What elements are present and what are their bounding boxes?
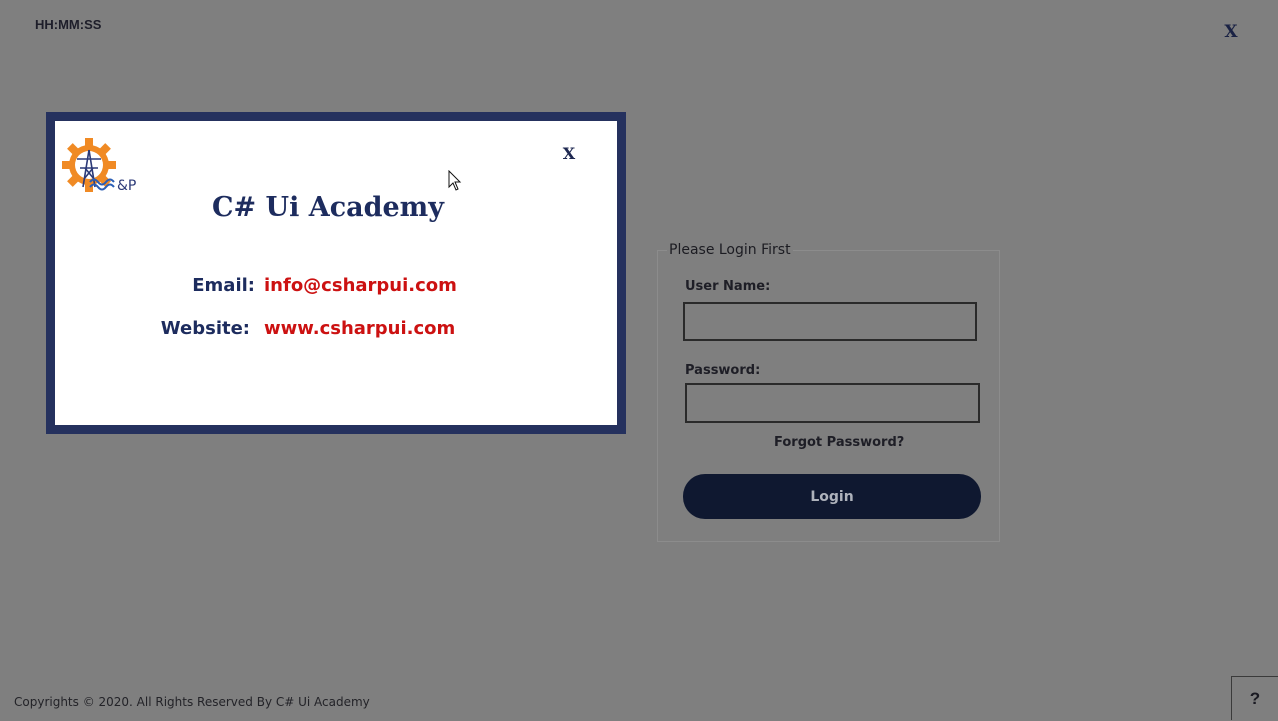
website-link[interactable]: www.csharpui.com — [264, 318, 455, 339]
username-input[interactable] — [683, 302, 977, 341]
email-link[interactable]: info@csharpui.com — [264, 275, 457, 296]
mouse-cursor-icon — [448, 170, 462, 191]
dialog-title: C# Ui Academy — [212, 192, 444, 223]
company-logo: &P — [62, 138, 154, 194]
app-close-button[interactable]: X — [1219, 20, 1243, 44]
dialog-close-button[interactable]: X — [559, 143, 579, 165]
password-label: Password: — [685, 363, 761, 378]
help-button[interactable]: ? — [1231, 676, 1278, 720]
copyright-text: Copyrights © 2020. All Rights Reserved B… — [14, 695, 370, 709]
forgot-password-link[interactable]: Forgot Password? — [774, 435, 904, 450]
login-legend: Please Login First — [667, 242, 793, 258]
about-dialog-body: &P X C# Ui Academy Email: info@csharpui.… — [55, 121, 617, 425]
website-label: Website: — [160, 318, 250, 339]
username-label: User Name: — [685, 279, 771, 294]
email-label: Email: — [192, 275, 255, 296]
about-dialog: &P X C# Ui Academy Email: info@csharpui.… — [46, 112, 626, 434]
gear-tower-logo-icon: &P — [62, 138, 136, 194]
login-button[interactable]: Login — [683, 474, 981, 519]
clock-display: HH:MM:SS — [35, 17, 102, 32]
password-input[interactable] — [685, 383, 980, 423]
